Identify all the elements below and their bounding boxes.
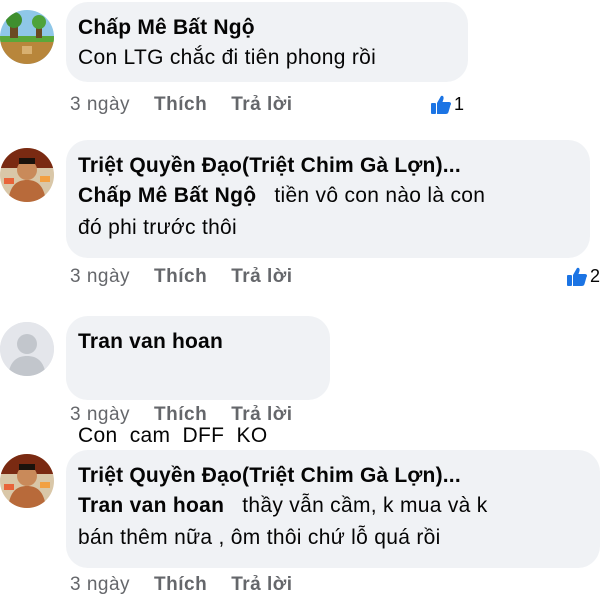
comment-text-line: đó phi trước thôi: [78, 216, 238, 239]
comment-age[interactable]: 3 ngày: [70, 94, 130, 116]
comment-author[interactable]: Chấp Mê Bất Ngộ: [78, 14, 452, 42]
like-button[interactable]: Thích: [154, 266, 207, 288]
reply-button[interactable]: Trả lời: [231, 266, 292, 288]
comment-text-line: bán thêm nữa , ôm thôi chứ lỗ quá rồi: [78, 526, 441, 549]
comment-bubble: Tran van hoan Con cam DFF KO: [66, 316, 330, 447]
reaction-count[interactable]: 2: [566, 266, 600, 287]
thumbs-up-icon: [567, 267, 587, 286]
comment-actions: 3 ngày Thích Trả lời: [70, 94, 293, 116]
comment-bubble: Triệt Quyền Đạo(Triệt Chim Gà Lợn)... Ch…: [66, 140, 590, 258]
comment-actions: 3 ngày Thích Trả lời: [70, 404, 293, 426]
comment-author[interactable]: Tran van hoan: [78, 328, 314, 356]
comment-bubble: Triệt Quyền Đạo(Triệt Chim Gà Lợn)... Tr…: [66, 450, 600, 568]
reply-button[interactable]: Trả lời: [231, 574, 292, 596]
like-button[interactable]: Thích: [154, 404, 207, 426]
thumbs-up-icon: [431, 95, 451, 114]
reply-button[interactable]: Trả lời: [231, 404, 292, 426]
reaction-count-value: 1: [454, 94, 465, 114]
comment-age[interactable]: 3 ngày: [70, 404, 130, 426]
comment-age[interactable]: 3 ngày: [70, 574, 130, 596]
mention-link[interactable]: Tran van hoan: [78, 494, 224, 517]
like-button[interactable]: Thích: [154, 94, 207, 116]
comment-age[interactable]: 3 ngày: [70, 266, 130, 288]
like-button[interactable]: Thích: [154, 574, 207, 596]
reaction-count-value: 2: [590, 266, 600, 286]
comment-text-segment: tiền vô con nào là con: [274, 184, 486, 207]
comment-text-line: Tran van hoan thầy vẫn cầm, k mua và k: [78, 490, 584, 522]
comment-text-segment: thầy vẫn cầm, k mua và k: [242, 494, 488, 517]
reply-button[interactable]: Trả lời: [231, 94, 292, 116]
comment-author[interactable]: Triệt Quyền Đạo(Triệt Chim Gà Lợn)...: [78, 152, 574, 180]
martial-artist-avatar-icon: [0, 148, 54, 202]
landscape-game-avatar-icon: [0, 10, 54, 64]
comment-text: Tran van hoan thầy vẫn cầm, k mua và k bá…: [78, 490, 584, 554]
comment-bubble: Chấp Mê Bất Ngộ Con LTG chắc đi tiên pho…: [66, 2, 468, 82]
avatar[interactable]: [0, 454, 54, 508]
mention-link[interactable]: Chấp Mê Bất Ngộ: [78, 184, 256, 207]
avatar[interactable]: [0, 10, 54, 64]
default-person-avatar-icon: [0, 322, 54, 376]
comment-actions: 3 ngày Thích Trả lời: [70, 266, 293, 288]
avatar[interactable]: [0, 148, 54, 202]
comment-text-line: Chấp Mê Bất Ngộ tiền vô con nào là con: [78, 180, 574, 212]
comment-author[interactable]: Triệt Quyền Đạo(Triệt Chim Gà Lợn)...: [78, 462, 584, 490]
comment-text: Chấp Mê Bất Ngộ tiền vô con nào là con đó…: [78, 180, 574, 244]
avatar[interactable]: [0, 322, 54, 376]
comment-actions: 3 ngày Thích Trả lời: [70, 574, 293, 596]
comment-text: Con LTG chắc đi tiên phong rồi: [78, 42, 452, 74]
martial-artist-avatar-icon: [0, 454, 54, 508]
comment-text-line: Con LTG chắc đi tiên phong rồi: [78, 46, 377, 69]
reaction-count[interactable]: 1: [430, 94, 464, 115]
